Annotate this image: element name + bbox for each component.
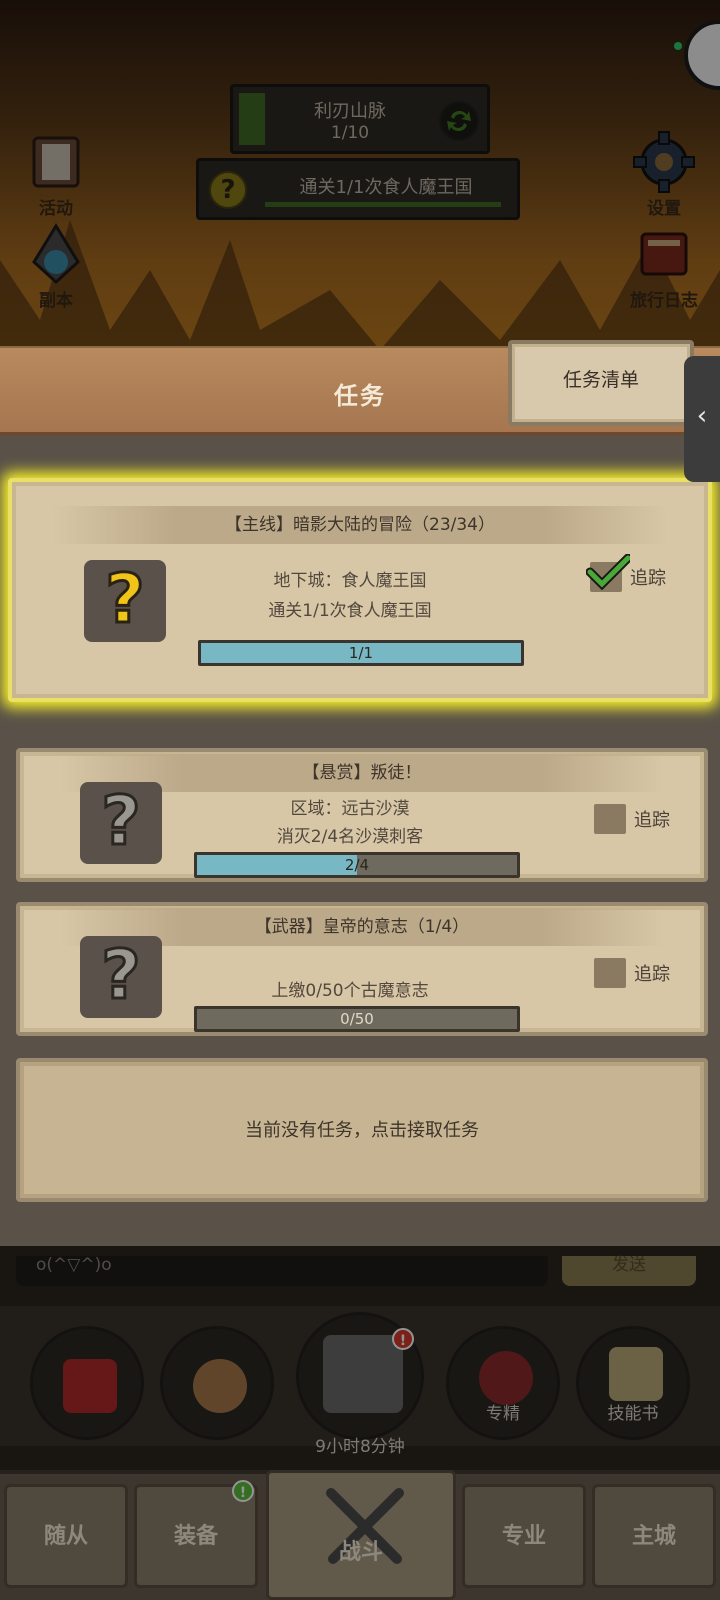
question-grey-icon: ? [80,935,162,1018]
online-dot [674,42,682,50]
activity-label: 活动 [39,199,73,219]
track-label: 追踪 [634,964,670,985]
stage-count: 1/10 [330,123,370,143]
settings-button[interactable]: 设置 [618,130,710,219]
collapse-handle[interactable]: ‹ [684,356,720,482]
nav-profession[interactable]: 专业 [462,1484,586,1588]
quest-progress-bar: 2/4 [194,852,520,878]
book-icon [609,1347,663,1401]
equip-alert-badge: ! [232,1480,254,1502]
book-icon [640,232,688,276]
skillbook-label: 技能书 [607,1404,659,1424]
mastery-label: 专精 [486,1404,520,1424]
track-label: 追踪 [634,810,670,831]
quest-progress-text: 1/1 [348,644,374,662]
quest-list-tab-label: 任务清单 [562,369,639,391]
refresh-icon[interactable] [439,101,479,141]
travel-log-label: 旅行日志 [630,291,698,311]
travel-log-button[interactable]: 旅行日志 [618,222,710,311]
chevron-left-icon: ‹ [696,401,708,431]
quest-progress-bar: 1/1 [198,640,524,666]
mastery-slot[interactable]: 专精 [446,1326,560,1440]
panel-header: 任务 任务清单 [0,340,720,436]
track-checkbox[interactable] [586,554,630,592]
quest-progress-bar: 0/50 [194,1006,520,1032]
skill-bar: 专精 技能书 [0,1306,720,1446]
quest-card-bounty[interactable]: 【悬赏】叛徒！ ? 区域：远古沙漠 消灭2/4名沙漠刺客 追踪 2/4 [16,748,708,882]
quest-card-weapon[interactable]: 【武器】皇帝的意志（1/4） ? 上缴0/50个古魔意志 追踪 0/50 [16,902,708,1036]
question-grey-icon: ? [80,781,162,864]
activity-button[interactable]: 活动 [10,130,102,219]
send-label: 发送 [612,1255,646,1275]
send-button[interactable]: 发送 [562,1256,696,1286]
nav-battle[interactable]: 战斗 [266,1470,456,1600]
track-checkbox[interactable] [594,804,626,834]
bottom-nav: 随从 装备 战斗 专业 主城 [0,1470,720,1600]
quest-line-1: 地下城：食人魔王国 [273,571,427,591]
stage-bar [239,93,265,145]
track-label: 追踪 [630,568,666,589]
chest-alert-badge: ! [392,1328,414,1350]
quest-line-1: 区域：远古沙漠 [290,799,410,819]
chest-timer: 9小时8分钟 [315,1437,405,1457]
app-logo[interactable] [684,20,720,90]
settings-label: 设置 [647,199,681,219]
track-toggle[interactable]: 追踪 [586,554,666,592]
empty-quest-text: 当前没有任务，点击接取任务 [245,1120,479,1141]
bread-icon [193,1359,247,1413]
scroll-icon [32,136,80,188]
quest-line-2: 通关1/1次食人魔王国 [268,601,432,621]
track-toggle[interactable]: 追踪 [594,958,670,988]
quest-progress-text: 2/4 [344,856,370,874]
target-icon [479,1351,533,1405]
question-gold-icon: ? [84,559,166,642]
chat-input[interactable]: o(^▽^)o [16,1256,548,1286]
dungeon-button[interactable]: 副本 [10,222,102,311]
skillbook-slot[interactable]: 技能书 [576,1326,690,1440]
grass-silhouette [0,220,720,350]
track-toggle[interactable]: 追踪 [594,804,670,834]
portal-icon [32,223,80,285]
stage-name: 利刃山脉 [314,101,386,122]
quest-line-2: 上缴0/50个古魔意志 [271,981,429,1001]
chest-icon [323,1335,403,1413]
gear-icon [633,131,695,193]
empty-quest-slot[interactable]: 当前没有任务，点击接取任务 [16,1058,708,1202]
quest-tracker[interactable]: ? 通关1/1次食人魔王国 [196,158,520,220]
nav-battle-label: 战斗 [338,1540,383,1565]
track-checkbox[interactable] [594,958,626,988]
stage-indicator[interactable]: 利刃山脉 1/10 [230,84,490,154]
question-icon: ? [209,171,247,209]
quest-card-main[interactable]: 【主线】暗影大陆的冒险（23/34） ? 地下城：食人魔王国 通关1/1次食人魔… [8,478,712,702]
quest-tracker-text: 通关1/1次食人魔王国 [299,177,473,198]
chat-text: o(^▽^)o [36,1255,112,1275]
quest-list-tab[interactable]: 任务清单 [508,340,694,426]
checkmark-icon [586,554,630,590]
nav-followers[interactable]: 随从 [4,1484,128,1588]
food-slot[interactable] [160,1326,274,1440]
quest-progress-text: 0/50 [340,1010,374,1028]
potion-slot[interactable] [30,1326,144,1440]
nav-main-city[interactable]: 主城 [592,1484,716,1588]
dungeon-label: 副本 [39,291,73,311]
quest-line-2: 消灭2/4名沙漠刺客 [276,827,424,847]
potion-icon [63,1359,117,1413]
game-scene: 利刃山脉 1/10 ? 通关1/1次食人魔王国 活动 副本 设置 旅行日志 [0,0,720,350]
quest-title: 【主线】暗影大陆的冒险（23/34） [52,506,668,544]
quest-tracker-progress [265,202,501,207]
